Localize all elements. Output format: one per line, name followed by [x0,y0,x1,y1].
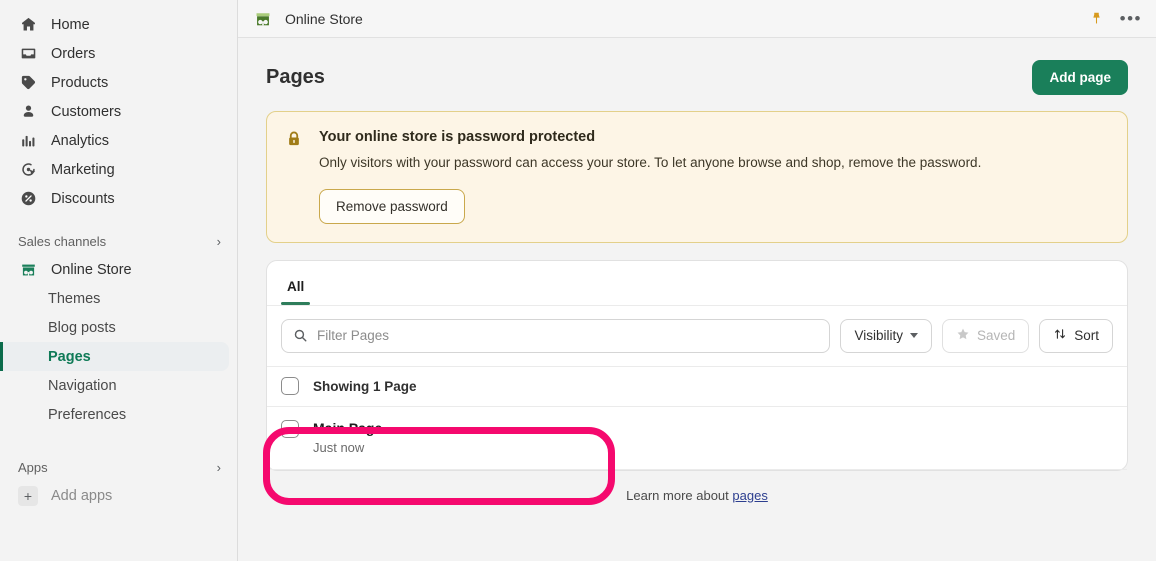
page-name: Main Page [313,419,383,436]
banner-title: Your online store is password protected [319,129,596,145]
saved-label: Saved [976,328,1016,344]
customers-person-icon [18,102,38,122]
sidebar: Home Orders Products Customers Analytics… [0,0,238,561]
visibility-filter-button[interactable]: Visibility [840,318,932,353]
sidebar-item-label: Customers [51,103,122,120]
sidebar-item-home[interactable]: Home [0,10,237,39]
lock-icon [285,129,305,224]
sidebar-subitem-label: Navigation [48,377,117,394]
tab-label: All [287,278,305,294]
sidebar-item-add-apps[interactable]: + Add apps [0,481,237,510]
sidebar-subitem-label: Pages [48,348,91,365]
pages-link[interactable]: pages [732,488,767,503]
sidebar-item-online-store[interactable]: Online Store [0,255,237,284]
sidebar-item-discounts[interactable]: Discounts [0,184,237,213]
sidebar-item-pages[interactable]: Pages [0,342,229,371]
sidebar-item-marketing[interactable]: Marketing [0,155,237,184]
storefront-icon [254,9,274,29]
apps-label: Apps [18,459,48,475]
banner-body: Only visitors with your password can acc… [319,155,982,170]
showing-count-label: Showing 1 Page [313,378,417,394]
tab-list: All [267,261,1127,306]
search-input[interactable] [317,328,819,344]
pages-card: All Visibility [266,259,1128,471]
saved-views-button[interactable]: Saved [941,318,1030,353]
remove-password-button[interactable]: Remove password [319,188,465,224]
topbar-title: Online Store [285,10,363,27]
sort-arrows-icon [1053,327,1067,344]
page-timestamp: Just now [313,439,365,455]
row-checkbox[interactable] [281,419,299,438]
chevron-down-icon [909,333,918,339]
chevron-right-icon: › [216,233,221,249]
sidebar-item-label: Products [51,74,109,91]
table-row[interactable]: Main Page Just now [267,405,1127,470]
sidebar-item-preferences[interactable]: Preferences [0,400,237,429]
more-horizontal-icon[interactable]: ••• [1120,10,1142,27]
storefront-icon [18,260,38,280]
select-all-checkbox[interactable] [281,377,299,396]
analytics-bars-icon [18,131,38,151]
chevron-right-icon: › [216,459,221,475]
sidebar-item-label: Marketing [51,161,115,178]
home-icon [18,15,38,35]
pin-icon[interactable] [1089,11,1104,26]
sidebar-item-label: Orders [51,45,96,62]
footer-help-text: Learn more about pages [266,471,1128,503]
page-content: Pages Add page Your online store is pass… [238,38,1156,561]
sort-label: Sort [1074,328,1099,344]
sidebar-item-label: Online Store [51,261,132,278]
sidebar-item-orders[interactable]: Orders [0,39,237,68]
sidebar-section-sales-channels[interactable]: Sales channels › [0,227,237,255]
tab-all[interactable]: All [275,279,316,305]
main-area: Online Store ••• Pages Add page Your onl… [238,0,1156,561]
star-icon [956,327,970,344]
list-toolbar: Visibility Saved [267,306,1127,366]
page-title: Pages [266,66,325,88]
sidebar-item-label: Add apps [51,487,113,504]
sort-button[interactable]: Sort [1039,318,1113,353]
visibility-label: Visibility [854,328,903,344]
filter-search-box[interactable] [281,318,831,353]
sidebar-item-label: Discounts [51,190,115,207]
products-tag-icon [18,73,38,93]
topbar: Online Store ••• [238,0,1156,38]
marketing-target-icon [18,160,38,180]
sidebar-item-themes[interactable]: Themes [0,284,237,313]
list-header-row: Showing 1 Page [267,365,1127,406]
sales-channels-label: Sales channels [18,233,107,249]
sidebar-section-apps[interactable]: Apps › [0,453,237,481]
sidebar-item-customers[interactable]: Customers [0,97,237,126]
sidebar-subitem-label: Blog posts [48,319,116,336]
sidebar-item-label: Analytics [51,132,110,149]
orders-icon [18,44,38,64]
sidebar-item-products[interactable]: Products [0,68,237,97]
footer-text: Learn more about [626,487,729,503]
sidebar-subitem-label: Themes [48,290,101,307]
password-protected-banner: Your online store is password protected … [266,111,1128,243]
discounts-percent-icon [18,189,38,209]
page-header: Pages Add page [266,38,1128,111]
search-icon [293,328,308,343]
app-root: Home Orders Products Customers Analytics… [0,0,1156,561]
sidebar-item-analytics[interactable]: Analytics [0,126,237,155]
plus-icon: + [18,485,38,506]
sidebar-item-label: Home [51,16,90,33]
sidebar-subitem-label: Preferences [48,406,127,423]
add-page-button[interactable]: Add page [1032,60,1128,95]
sidebar-item-navigation[interactable]: Navigation [0,371,237,400]
sidebar-item-blog-posts[interactable]: Blog posts [0,313,237,342]
